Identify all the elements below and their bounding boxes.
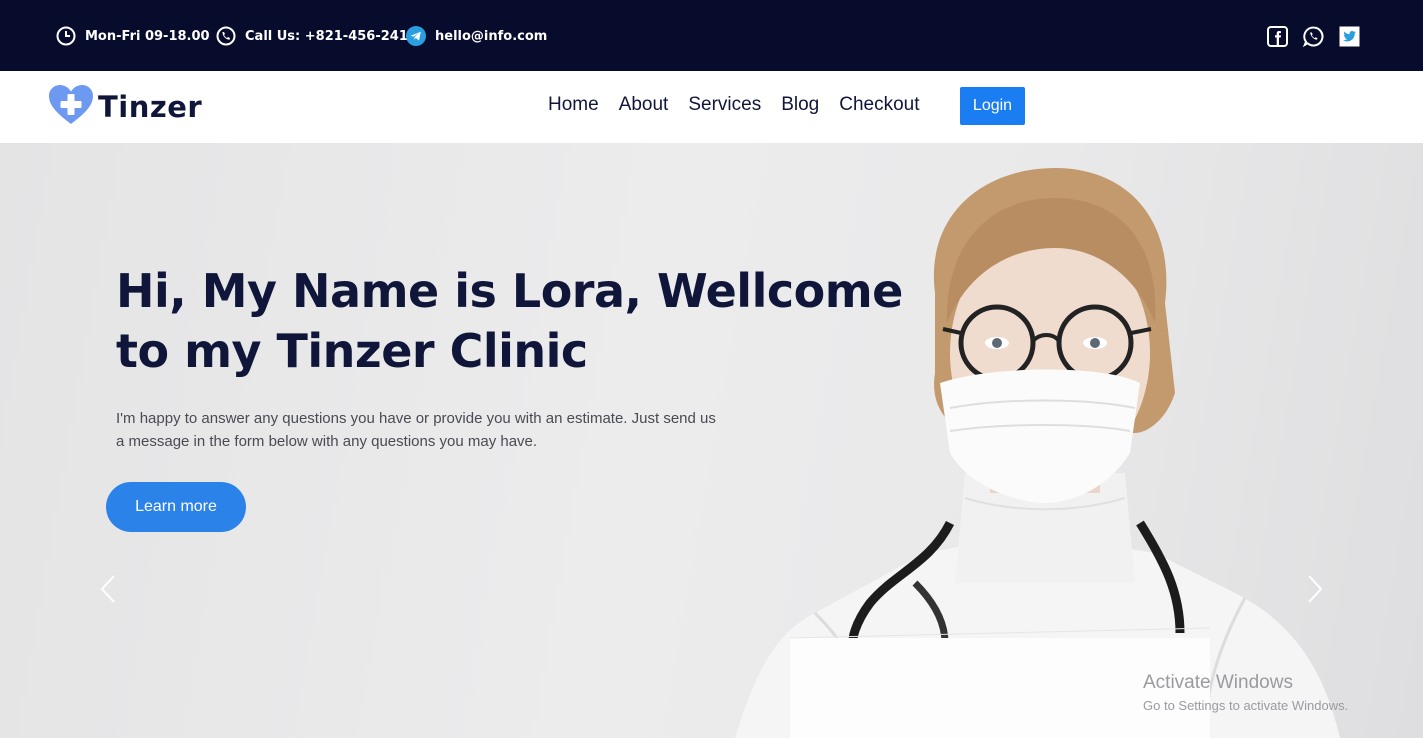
phone-icon bbox=[215, 25, 237, 47]
brand-name: Tinzer bbox=[98, 90, 203, 124]
chevron-right-icon[interactable] bbox=[1303, 573, 1327, 605]
facebook-icon[interactable] bbox=[1266, 25, 1288, 47]
heart-cross-icon bbox=[48, 84, 94, 130]
whatsapp-icon[interactable] bbox=[1302, 25, 1324, 47]
hero-slider: Hi, My Name is Lora, Wellcome to my Tinz… bbox=[0, 143, 1423, 738]
hero-description-line-2: a message in the form below with any que… bbox=[116, 433, 538, 450]
watermark-title: Activate Windows bbox=[1143, 672, 1293, 693]
nav-about[interactable]: About bbox=[619, 93, 669, 117]
main-navbar: Tinzer Home About Services Blog Checkout… bbox=[0, 71, 1423, 143]
hero-title: Hi, My Name is Lora, Wellcome to my Tinz… bbox=[116, 261, 903, 381]
activate-windows-watermark: Activate Windows Go to Settings to activ… bbox=[1143, 671, 1348, 715]
email-text: hello@info.com bbox=[435, 28, 548, 44]
nav-blog[interactable]: Blog bbox=[781, 93, 819, 117]
nav-services[interactable]: Services bbox=[688, 93, 761, 117]
brand-logo[interactable]: Tinzer bbox=[48, 85, 202, 129]
working-hours: Mon-Fri 09-18.00 bbox=[55, 25, 210, 47]
clock-icon bbox=[55, 25, 77, 47]
watermark-subtitle: Go to Settings to activate Windows. bbox=[1143, 698, 1349, 713]
hero-description-line-1: I'm happy to answer any questions you ha… bbox=[116, 410, 716, 427]
doctor-image bbox=[735, 168, 1340, 738]
nav-checkout[interactable]: Checkout bbox=[839, 93, 919, 117]
twitter-icon[interactable] bbox=[1338, 25, 1360, 47]
working-hours-text: Mon-Fri 09-18.00 bbox=[85, 28, 210, 44]
hero-title-line-1: Hi, My Name is Lora, Wellcome bbox=[116, 264, 903, 318]
telegram-icon bbox=[405, 25, 427, 47]
login-button[interactable]: Login bbox=[960, 87, 1025, 125]
top-info-bar: Mon-Fri 09-18.00 Call Us: +821-456-241 h… bbox=[0, 0, 1423, 71]
learn-more-button[interactable]: Learn more bbox=[106, 482, 246, 532]
hero-description: I'm happy to answer any questions you ha… bbox=[116, 407, 726, 453]
email-contact[interactable]: hello@info.com bbox=[405, 25, 547, 47]
call-us-text: Call Us: +821-456-241 bbox=[245, 28, 408, 44]
nav-menu: Home About Services Blog Checkout bbox=[548, 93, 940, 117]
call-us[interactable]: Call Us: +821-456-241 bbox=[215, 25, 408, 47]
nav-home[interactable]: Home bbox=[548, 93, 599, 117]
chevron-left-icon[interactable] bbox=[96, 573, 120, 605]
hero-title-line-2: to my Tinzer Clinic bbox=[116, 324, 588, 378]
